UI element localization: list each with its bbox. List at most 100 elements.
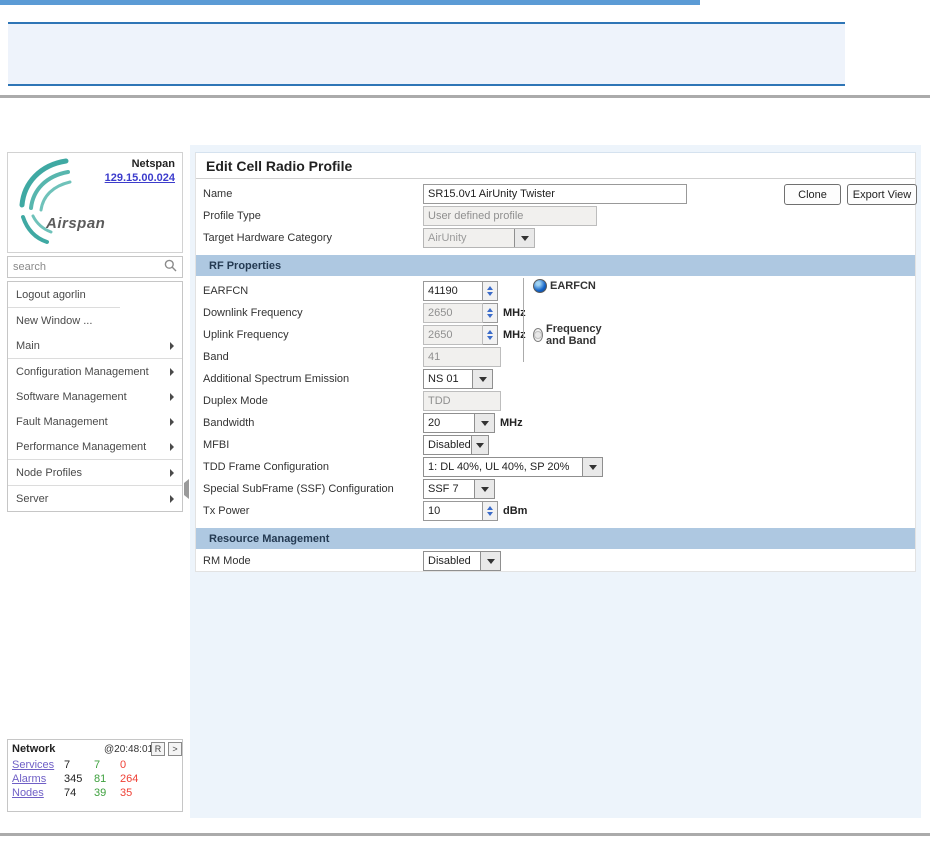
sidebar-item-performance-management[interactable]: Performance Management	[8, 434, 182, 459]
nodes-ok-count: 39	[94, 787, 107, 799]
additional-spectrum-emission-row: Additional Spectrum Emission NS 01	[196, 368, 915, 390]
bottom-divider-line	[0, 833, 930, 836]
logo-box: Airspan Netspan 129.15.00.024	[7, 152, 183, 253]
ase-select[interactable]: NS 01	[423, 369, 493, 389]
tx-power-label: Tx Power	[203, 505, 250, 517]
sidebar: Airspan Netspan 129.15.00.024 Logout ago…	[7, 152, 183, 512]
alarms-bad-count: 264	[120, 773, 139, 785]
spinner-arrows-icon[interactable]	[483, 281, 498, 301]
ssf-select[interactable]: SSF 7	[423, 479, 495, 499]
page-title: Edit Cell Radio Profile	[196, 153, 915, 179]
sidebar-item-main[interactable]: Main	[8, 333, 182, 358]
submenu-arrow-icon	[170, 367, 174, 376]
mfbi-label: MFBI	[203, 439, 230, 451]
dropdown-arrow-icon	[480, 552, 500, 570]
sidebar-item-configuration-management[interactable]: Configuration Management	[8, 359, 182, 384]
network-status-panel: Network @20:48:01 R > Services 7 7 0 Ala…	[7, 739, 183, 812]
name-input[interactable]	[423, 184, 687, 204]
sidebar-item-node-profiles[interactable]: Node Profiles	[8, 460, 182, 485]
mfbi-select[interactable]: Disabled	[423, 435, 489, 455]
downlink-frequency-spinner	[423, 303, 498, 323]
tdd-frame-select[interactable]: 1: DL 40%, UL 40%, SP 20%	[423, 457, 603, 477]
earfcn-radio[interactable]: EARFCN	[533, 279, 596, 293]
name-label: Name	[203, 188, 233, 200]
name-row: Name Clone Export View	[196, 183, 917, 205]
notice-box	[8, 22, 845, 86]
dropdown-arrow-icon	[472, 370, 492, 388]
mfbi-row: MFBI Disabled	[196, 434, 915, 456]
sidebar-item-fault-management[interactable]: Fault Management	[8, 409, 182, 434]
submenu-arrow-icon	[170, 392, 174, 401]
expand-button[interactable]: >	[168, 742, 182, 756]
spinner-arrows-icon	[483, 303, 498, 323]
sidebar-menu: Logout agorlin New Window ... Main Confi…	[7, 281, 183, 512]
uplink-frequency-label: Uplink Frequency	[203, 329, 289, 341]
dropdown-arrow-icon	[582, 458, 602, 476]
edit-profile-form: Edit Cell Radio Profile Name Clone Expor…	[195, 152, 917, 572]
tx-power-spinner	[423, 501, 498, 521]
sidebar-item-software-management[interactable]: Software Management	[8, 384, 182, 409]
ase-label: Additional Spectrum Emission	[203, 373, 350, 385]
target-hw-label: Target Hardware Category	[203, 232, 333, 244]
downlink-frequency-label: Downlink Frequency	[203, 307, 303, 319]
frequency-and-band-radio[interactable]: Frequency and Band	[533, 323, 606, 347]
uplink-frequency-spinner	[423, 325, 498, 345]
top-divider-line	[0, 95, 930, 98]
network-row-nodes: Nodes 74 39 35	[8, 786, 182, 800]
network-panel-header: Network @20:48:01 R >	[8, 740, 182, 758]
airspan-logo-text: Airspan	[46, 215, 106, 232]
submenu-arrow-icon	[170, 417, 174, 426]
nodes-link[interactable]: Nodes	[12, 787, 64, 799]
earfcn-input[interactable]	[423, 281, 483, 301]
sidebar-item-new-window[interactable]: New Window ...	[8, 308, 182, 333]
spinner-arrows-icon[interactable]	[483, 501, 498, 521]
resource-management-section-header: Resource Management	[196, 528, 915, 549]
earfcn-spinner	[423, 281, 498, 301]
ssf-configuration-row: Special SubFrame (SSF) Configuration SSF…	[196, 478, 915, 500]
services-total: 7	[64, 759, 71, 771]
radio-group-divider	[523, 278, 524, 362]
tdd-frame-label: TDD Frame Configuration	[203, 461, 329, 473]
services-link[interactable]: Services	[12, 759, 64, 771]
earfcn-label: EARFCN	[203, 285, 249, 297]
rf-properties-body: EARFCN Frequency and Band EARFCN Downlin…	[196, 276, 915, 522]
search-box	[7, 256, 183, 278]
duplex-mode-row: Duplex Mode	[196, 390, 915, 412]
band-label: Band	[203, 351, 229, 363]
bandwidth-select[interactable]: 20	[423, 413, 495, 433]
alarms-link[interactable]: Alarms	[12, 773, 64, 785]
ssf-label: Special SubFrame (SSF) Configuration	[203, 483, 394, 495]
version-link[interactable]: 129.15.00.024	[105, 172, 175, 184]
main-panel: Edit Cell Radio Profile Name Clone Expor…	[190, 145, 921, 818]
target-hw-row: Target Hardware Category AirUnity	[196, 227, 915, 249]
services-bad-count: 0	[120, 759, 127, 771]
alarms-ok-count: 81	[94, 773, 107, 785]
target-hw-select: AirUnity	[423, 228, 535, 248]
tx-power-row: Tx Power dBm	[196, 500, 915, 522]
submenu-arrow-icon	[170, 468, 174, 477]
dropdown-arrow-icon	[474, 480, 494, 498]
bandwidth-label: Bandwidth	[203, 417, 255, 429]
refresh-button[interactable]: R	[151, 742, 165, 756]
rm-mode-select[interactable]: Disabled	[423, 551, 501, 571]
tx-power-input[interactable]	[423, 501, 483, 521]
profile-type-input	[423, 206, 597, 226]
band-row: Band	[196, 346, 915, 368]
network-row-services: Services 7 7 0	[8, 758, 182, 772]
sidebar-item-server[interactable]: Server	[8, 486, 182, 511]
airspan-logo-icon	[10, 155, 82, 250]
network-panel-title: Network	[12, 743, 56, 755]
duplex-mode-input	[423, 391, 501, 411]
uplink-frequency-input	[423, 325, 483, 345]
nodes-bad-count: 35	[120, 787, 133, 799]
sidebar-item-logout[interactable]: Logout agorlin	[8, 282, 182, 307]
clone-button[interactable]: Clone	[784, 184, 841, 205]
dropdown-arrow-icon	[514, 229, 534, 247]
search-input[interactable]	[13, 261, 164, 273]
profile-type-row: Profile Type	[196, 205, 915, 227]
submenu-arrow-icon	[170, 494, 174, 503]
export-view-button[interactable]: Export View	[847, 184, 917, 205]
rf-properties-section-header: RF Properties	[196, 255, 915, 276]
downlink-frequency-row: Downlink Frequency MHz	[196, 302, 915, 324]
services-ok-count: 7	[94, 759, 101, 771]
